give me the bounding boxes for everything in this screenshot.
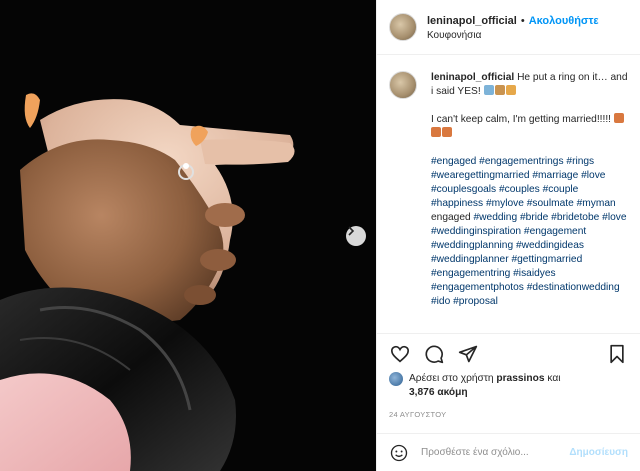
comment-button[interactable] (423, 343, 445, 365)
follow-button[interactable]: Ακολουθήστε (529, 14, 599, 28)
hashtag-link[interactable]: #marriage (532, 170, 578, 181)
hashtag-link[interactable]: #couples (499, 184, 540, 195)
separator-dot: • (520, 14, 525, 27)
hands-with-ring-photo (0, 0, 376, 471)
hashtag-link[interactable]: #mylove (486, 198, 524, 209)
add-comment-bar: Δημοσίευση (377, 433, 640, 471)
action-icon-row (389, 340, 628, 368)
hashtag-link[interactable]: #weddingideas (516, 240, 584, 251)
hashtag-link[interactable]: #wearegettingmarried (431, 170, 530, 181)
emoji-button[interactable] (389, 443, 409, 463)
post-sidebar: leninapol_official • Ακολουθήστε Κουφονή… (376, 0, 640, 471)
couple-emoji-icon (494, 85, 505, 95)
next-photo-button[interactable] (346, 226, 366, 246)
bookmark-icon (610, 344, 624, 364)
hashtag-link[interactable]: #engagementring (431, 268, 510, 279)
author-line: leninapol_official • Ακολουθήστε (427, 14, 599, 28)
post-header: leninapol_official • Ακολουθήστε Κουφονή… (377, 0, 640, 55)
hashtag-link[interactable]: #happiness (431, 198, 483, 209)
likes-summary: Αρέσει στο χρήστη prassinos και 3,876 ακ… (389, 372, 628, 400)
hashtag-link[interactable]: #destinationwedding (527, 282, 620, 293)
hashtag-link[interactable]: #isaidyes (513, 268, 555, 279)
couple-heart-emoji-icon (442, 127, 452, 137)
caption: leninapol_official He put a ring on it… … (389, 71, 628, 309)
save-button[interactable] (606, 343, 628, 365)
hashtag-link[interactable]: #rings (566, 156, 594, 167)
instagram-post: leninapol_official • Ακολουθήστε Κουφονή… (0, 0, 640, 471)
hashtag-link[interactable]: #ido (431, 296, 450, 307)
hashtag-link[interactable]: #couplesgoals (431, 184, 496, 195)
post-photo[interactable] (0, 0, 376, 471)
smiley-icon (390, 444, 408, 461)
post-date[interactable]: 24 ΑΥΓΟΥΣΤΟΥ (389, 410, 628, 419)
hashtag-link[interactable]: #weddingplanner (431, 254, 509, 265)
liker-username[interactable]: prassinos (496, 373, 544, 384)
caption-avatar[interactable] (389, 71, 417, 99)
hashtag-link[interactable]: #engagementrings (479, 156, 563, 167)
hashtag-list: #engaged #engagementrings #rings #weareg… (431, 155, 628, 309)
hashtag-link[interactable]: #myman (577, 198, 616, 209)
comments-section: leninapol_official He put a ring on it… … (377, 55, 640, 333)
author-username[interactable]: leninapol_official (427, 14, 517, 28)
hashtag-link[interactable]: #love (602, 212, 626, 223)
caption-body: leninapol_official He put a ring on it… … (431, 71, 628, 309)
hashtag-link[interactable]: #wedding (474, 212, 518, 223)
post-actions: Αρέσει στο χρήστη prassinos και 3,876 ακ… (377, 333, 640, 419)
hashtag-link[interactable]: #bride (520, 212, 548, 223)
location-link[interactable]: Κουφονήσια (427, 30, 599, 41)
likes-conjunction: και (547, 373, 561, 384)
hashtag-link[interactable]: #gettingmarried (511, 254, 582, 265)
liker-avatar[interactable] (389, 372, 403, 386)
bride-emoji-icon (505, 85, 516, 95)
likes-prefix: Αρέσει στο χρήστη (409, 373, 494, 384)
caption-username[interactable]: leninapol_official (431, 72, 514, 83)
hashtag-link[interactable]: #bridetobe (551, 212, 599, 223)
like-button[interactable] (389, 343, 411, 365)
hashtag-link[interactable]: #couple (543, 184, 579, 195)
hashtag-link[interactable]: #proposal (453, 296, 498, 307)
hashtag-link[interactable]: #weddinginspiration (431, 226, 521, 237)
author-avatar[interactable] (389, 13, 417, 41)
hashtag-link[interactable]: #engagement (524, 226, 586, 237)
publish-button[interactable]: Δημοσίευση (569, 447, 628, 458)
comment-icon (425, 345, 444, 364)
couple-heart-emoji-icon (613, 113, 624, 123)
hashtag-link[interactable]: #engaged (431, 156, 476, 167)
author-info: leninapol_official • Ακολουθήστε Κουφονή… (427, 14, 599, 41)
chevron-right-icon (348, 226, 355, 236)
hashtag-link[interactable]: #weddingplanning (431, 240, 513, 251)
share-button[interactable] (457, 343, 479, 365)
comment-input[interactable] (419, 446, 570, 459)
ring-emoji-icon (483, 85, 494, 95)
hashtag-link[interactable]: #engagementphotos (431, 282, 524, 293)
heart-icon (390, 345, 410, 363)
hashtag-link[interactable]: #love (581, 170, 605, 181)
share-icon (458, 345, 478, 363)
couple-heart-emoji-icon (431, 127, 441, 137)
caption-line2: I can't keep calm, I'm getting married!!… (431, 114, 611, 125)
hashtag-link[interactable]: #soulmate (527, 198, 574, 209)
likes-count[interactable]: 3,876 ακόμη (409, 387, 468, 398)
hashtag-link: engaged (431, 212, 471, 223)
